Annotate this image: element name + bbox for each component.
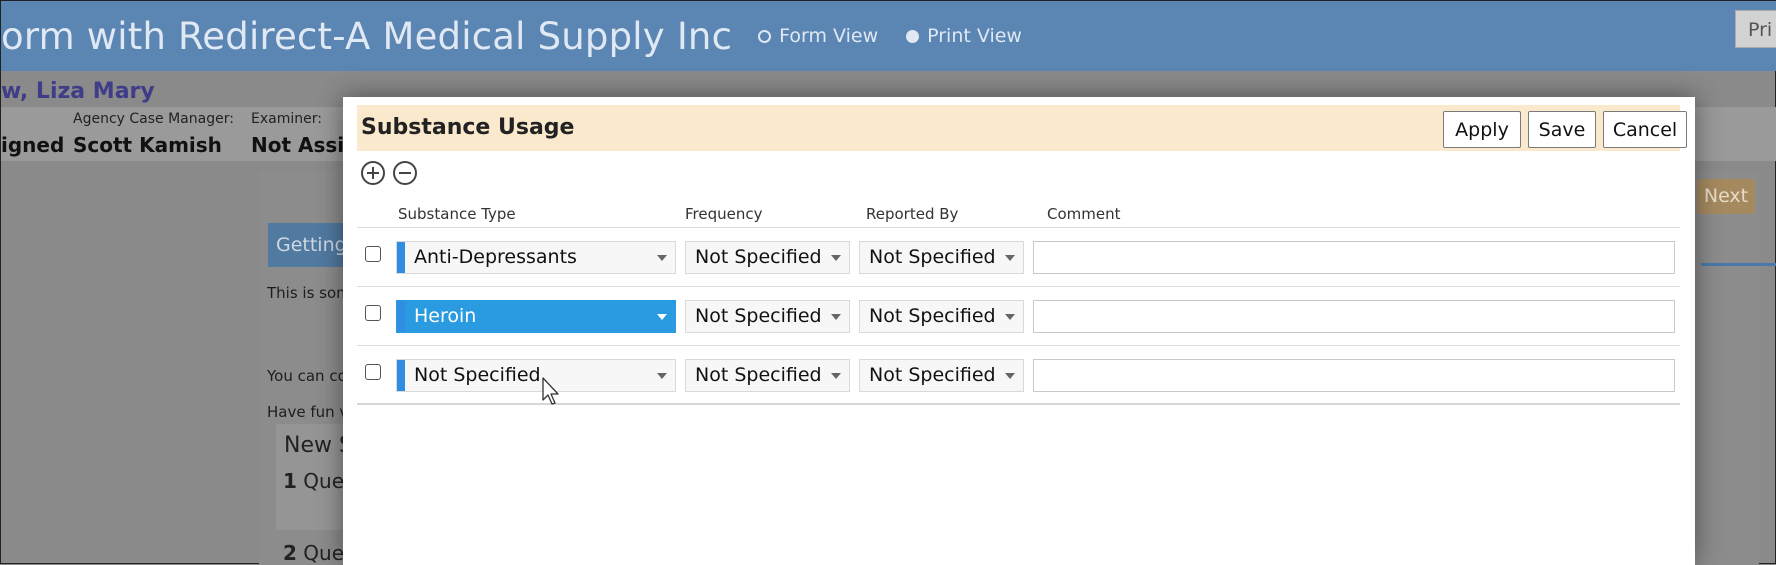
page-title: orm with Redirect-A Medical Supply Inc	[1, 14, 733, 58]
column-substance-type: Substance Type	[398, 205, 516, 223]
comment-input[interactable]	[1033, 359, 1675, 392]
status-value: igned	[1, 133, 65, 157]
comment-input[interactable]	[1033, 300, 1675, 333]
plus-circle-icon[interactable]	[361, 161, 385, 185]
column-comment: Comment	[1047, 205, 1121, 223]
reported-by-select[interactable]: Not Specified	[859, 359, 1024, 392]
caret-down-icon	[657, 314, 667, 320]
column-frequency: Frequency	[685, 205, 763, 223]
print-view-radio[interactable]: Print View	[906, 25, 1022, 47]
caret-down-icon	[1005, 373, 1015, 379]
frequency-value: Not Specified	[695, 305, 822, 327]
minus-circle-icon[interactable]	[393, 161, 417, 185]
dialog-header: Substance Usage Apply Save Cancel	[357, 105, 1687, 151]
table-row: Heroin Not Specified Not Specified	[357, 287, 1680, 346]
substance-type-select[interactable]: Not Specified	[396, 359, 676, 392]
caret-down-icon	[831, 373, 841, 379]
form-view-label: Form View	[779, 25, 879, 47]
caret-down-icon	[831, 255, 841, 261]
radio-empty-icon	[758, 29, 772, 43]
radio-filled-icon	[906, 29, 920, 43]
reported-by-select[interactable]: Not Specified	[859, 300, 1024, 333]
reported-by-value: Not Specified	[869, 305, 996, 327]
substance-type-value: Anti-Depressants	[414, 246, 577, 268]
caret-down-icon	[657, 255, 667, 261]
divider	[1701, 263, 1776, 266]
mouse-pointer-icon	[542, 377, 559, 405]
app-header: orm with Redirect-A Medical Supply Inc F…	[1, 1, 1776, 71]
frequency-value: Not Specified	[695, 364, 822, 386]
print-button[interactable]: Pri	[1735, 10, 1776, 48]
row-checkbox[interactable]	[365, 246, 381, 262]
case-manager-label: Agency Case Manager:	[73, 111, 234, 127]
reported-by-value: Not Specified	[869, 246, 996, 268]
frequency-select[interactable]: Not Specified	[685, 300, 850, 333]
question-number: 1	[283, 469, 297, 493]
frequency-select[interactable]: Not Specified	[685, 359, 850, 392]
intro-text: This is som	[267, 284, 351, 302]
patient-name: w, Liza Mary	[1, 79, 155, 104]
next-button[interactable]: Next	[1697, 179, 1755, 214]
apply-button[interactable]: Apply	[1443, 111, 1521, 148]
dialog-title: Substance Usage	[361, 115, 575, 140]
table-row: Anti-Depressants Not Specified Not Speci…	[357, 228, 1680, 287]
substance-type-value: Heroin	[414, 305, 477, 327]
save-button[interactable]: Save	[1528, 111, 1596, 148]
cancel-button[interactable]: Cancel	[1603, 111, 1687, 148]
question-number: 2	[283, 541, 297, 565]
form-view-radio[interactable]: Form View	[758, 25, 878, 47]
column-reported-by: Reported By	[866, 205, 959, 223]
substance-type-select[interactable]: Anti-Depressants	[396, 241, 676, 274]
getting-started-tab[interactable]: Getting	[268, 223, 348, 267]
question-text: Que	[303, 469, 345, 493]
substance-type-value: Not Specified	[414, 364, 541, 386]
frequency-value: Not Specified	[695, 246, 822, 268]
substance-type-select[interactable]: Heroin	[396, 300, 676, 333]
row-checkbox[interactable]	[365, 305, 381, 321]
caret-down-icon	[657, 373, 667, 379]
print-view-label: Print View	[927, 25, 1022, 47]
question-1: 1 Que	[283, 469, 344, 493]
instructions-text: You can co	[267, 367, 347, 385]
frequency-select[interactable]: Not Specified	[685, 241, 850, 274]
reported-by-value: Not Specified	[869, 364, 996, 386]
status-field: igned	[1, 133, 64, 157]
substance-usage-dialog: Substance Usage Apply Save Cancel Substa…	[343, 97, 1695, 565]
comment-input[interactable]	[1033, 241, 1675, 274]
closing-text: Have fun v	[267, 403, 349, 421]
case-manager-field: Agency Case Manager: Scott Kamish	[73, 111, 234, 157]
caret-down-icon	[1005, 255, 1015, 261]
case-manager-value: Scott Kamish	[73, 133, 222, 157]
row-checkbox[interactable]	[365, 364, 381, 380]
reported-by-select[interactable]: Not Specified	[859, 241, 1024, 274]
question-2: 2 Que	[283, 541, 344, 565]
question-text: Que	[303, 541, 345, 565]
caret-down-icon	[1005, 314, 1015, 320]
caret-down-icon	[831, 314, 841, 320]
